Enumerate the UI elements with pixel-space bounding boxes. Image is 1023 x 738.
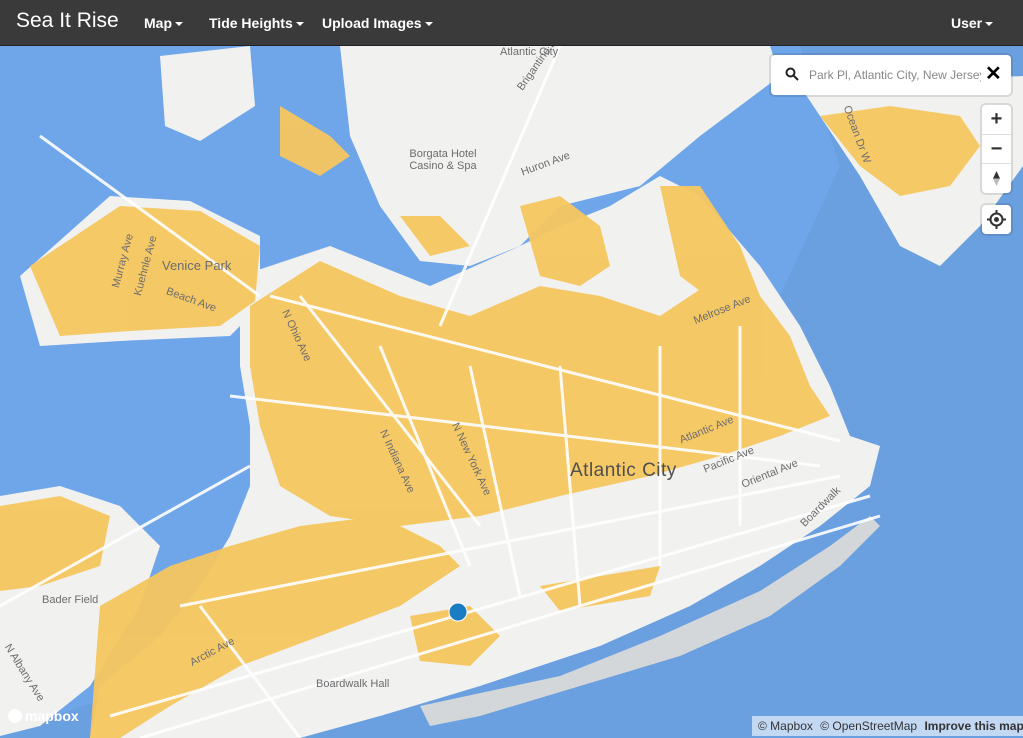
- location-marker: [448, 602, 468, 622]
- nav-menu-tide-heights-label: Tide Heights: [209, 15, 293, 31]
- nav-menu-upload-images[interactable]: Upload Images: [322, 15, 433, 31]
- nav-menu-map[interactable]: Map: [144, 15, 183, 31]
- chevron-down-icon: [295, 22, 304, 26]
- geolocate-button[interactable]: [982, 205, 1011, 234]
- compass-icon: [993, 171, 1000, 186]
- nav-menu-user-label: User: [951, 15, 983, 31]
- brand-title[interactable]: Sea It Rise: [16, 9, 119, 33]
- map-label-borgata: Borgata Hotel Casino & Spa: [409, 148, 477, 172]
- map-label-bader-field: Bader Field: [42, 594, 99, 606]
- zoom-controls: + −: [982, 105, 1011, 193]
- map-label-atlantic-city: Atlantic City: [570, 460, 677, 481]
- nav-menu-user[interactable]: User: [951, 15, 994, 31]
- zoom-out-button[interactable]: −: [982, 134, 1011, 164]
- map-label-boardwalk-hall: Boardwalk Hall: [316, 678, 390, 690]
- map-canvas[interactable]: Atlantic City Brigantine Blvd Borgata Ho…: [0, 46, 1023, 738]
- chevron-down-icon: [424, 22, 433, 26]
- close-icon[interactable]: ✕: [985, 63, 1002, 85]
- mapbox-logo-text: mapbox: [25, 708, 79, 724]
- map-graphic: [0, 46, 1023, 738]
- improve-map-link[interactable]: Improve this map: [924, 719, 1023, 733]
- search-box[interactable]: ✕: [771, 55, 1011, 95]
- map-label-venice-park: Venice Park: [162, 258, 232, 273]
- mapbox-logo[interactable]: mapbox: [8, 708, 79, 724]
- search-icon[interactable]: [785, 67, 799, 86]
- mapbox-logo-icon: [8, 709, 22, 723]
- chevron-down-icon: [175, 22, 183, 26]
- navbar: Sea It Rise Map Tide Heights Upload Imag…: [0, 0, 1023, 46]
- compass-button[interactable]: [982, 163, 1011, 193]
- attribution-osm-link[interactable]: © OpenStreetMap: [820, 719, 917, 733]
- search-input[interactable]: [809, 63, 981, 87]
- nav-menu-map-label: Map: [144, 15, 172, 31]
- nav-menu-upload-images-label: Upload Images: [322, 15, 422, 31]
- chevron-down-icon: [985, 22, 994, 26]
- attribution-mapbox-link[interactable]: © Mapbox: [758, 719, 813, 733]
- map-attribution: © Mapbox © OpenStreetMap Improve this ma…: [752, 716, 1023, 736]
- geolocate-icon: [987, 210, 1006, 229]
- nav-menu-tide-heights[interactable]: Tide Heights: [209, 15, 304, 31]
- zoom-in-button[interactable]: +: [982, 105, 1011, 134]
